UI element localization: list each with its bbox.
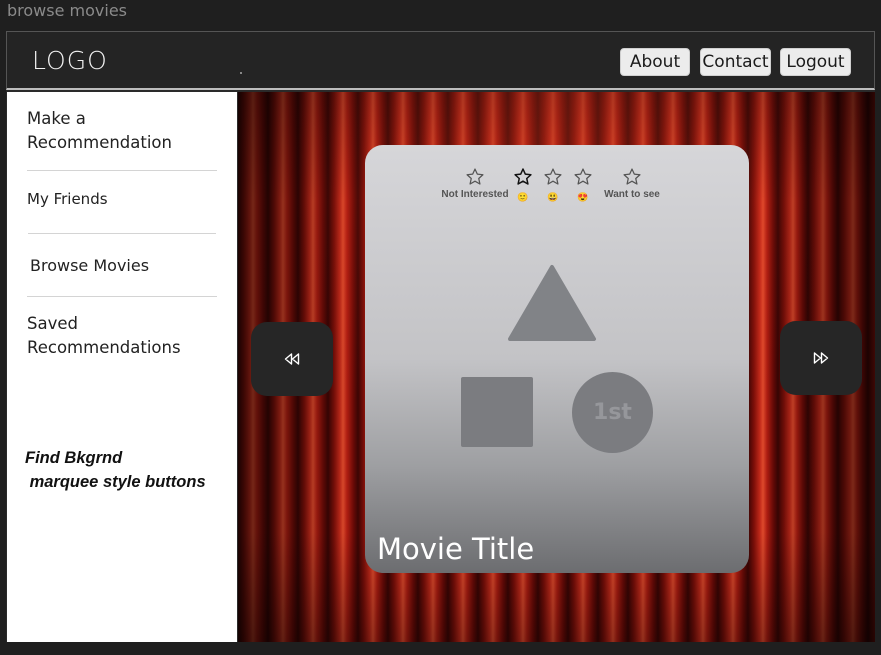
sidebar-divider [27,170,217,171]
star-icon [466,168,484,185]
sidebar-divider [27,296,217,297]
sidebar: Make a Recommendation My Friends Browse … [7,92,237,642]
rank-badge: 1st [572,372,653,453]
previous-movie-button[interactable] [251,322,333,396]
next-movie-button[interactable] [780,321,862,395]
sidebar-divider [28,233,216,234]
star-icon [574,168,592,185]
about-button[interactable]: About [620,48,690,76]
fast-forward-icon [813,352,829,364]
sidebar-item-my-friends[interactable]: My Friends [27,187,108,211]
rating-label: Want to see [604,189,660,200]
top-nav-bar: LOGO About Contact Logout [6,31,875,90]
window-title: browse movies [7,1,127,20]
curtain-stage: Not Interested 🙂 😃 😍 Want to see 1st Mov… [238,92,875,642]
sidebar-item-make-recommendation[interactable]: Make a Recommendation [27,107,172,155]
logout-button[interactable]: Logout [780,48,851,76]
star-icon [623,168,641,185]
logo: LOGO [32,46,108,75]
square-placeholder-icon [461,377,533,447]
movie-title: Movie Title [377,532,535,566]
emoji-heart-eyes: 😍 [577,192,589,202]
rating-want-to-see[interactable]: Want to see [597,167,667,200]
divider-dot [240,72,242,74]
rewind-icon [284,353,300,365]
design-note: Find Bkgrnd marquee style buttons [25,449,206,491]
app-window: LOGO About Contact Logout Make a Recomme… [6,31,875,642]
triangle-placeholder-icon [508,265,596,341]
sidebar-item-browse-movies[interactable]: Browse Movies [30,254,149,278]
contact-button[interactable]: Contact [700,48,771,76]
movie-card[interactable]: Not Interested 🙂 😃 😍 Want to see 1st Mov… [365,145,749,573]
sidebar-item-saved-recommendations[interactable]: Saved Recommendations [27,312,181,360]
